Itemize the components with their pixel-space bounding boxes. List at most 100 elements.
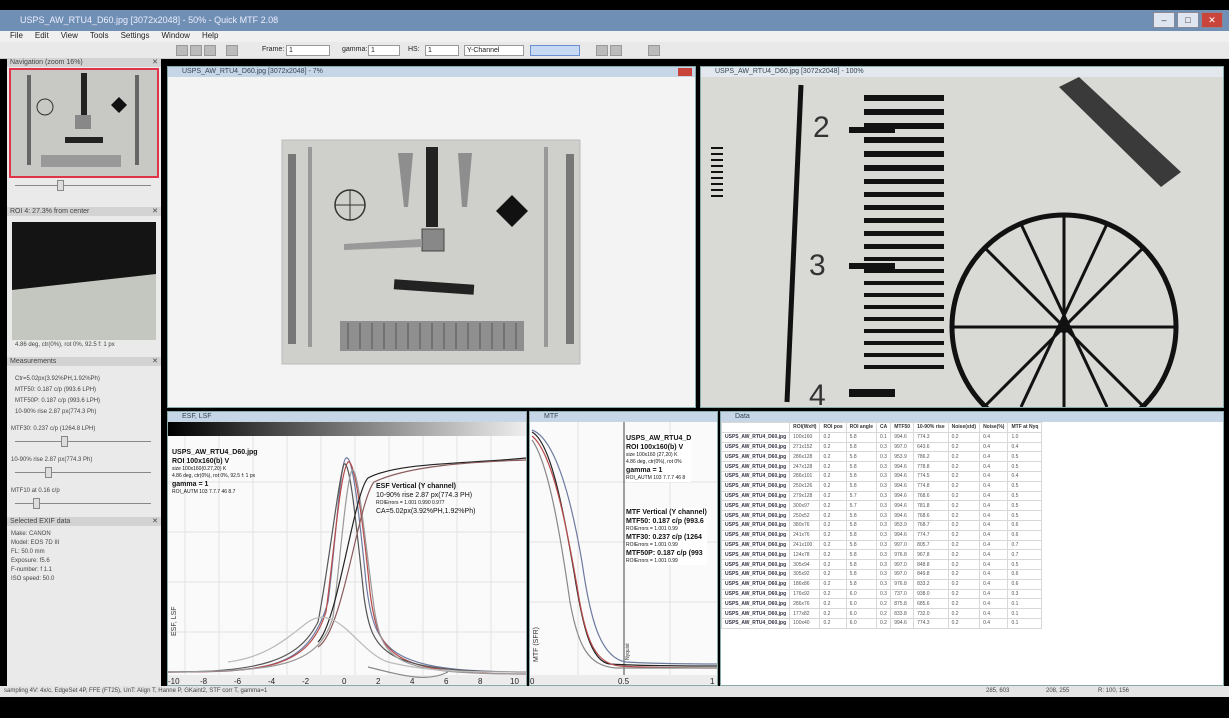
- table-cell: 0.6: [1007, 578, 1043, 590]
- esf-info-box: USPS_AW_RTU4_D60.jpg ROI 100x160(b) V si…: [172, 448, 258, 496]
- table-cell: 0.2: [947, 519, 981, 531]
- mtf30-slider[interactable]: [7, 435, 161, 447]
- table-row[interactable]: USPS_AW_RTU4_D60.jpg 286x101 0.2 5.8 0.3 994.…: [721, 470, 1043, 482]
- table-cell: 0.5: [1007, 490, 1043, 502]
- table-cell: 5.8: [845, 539, 878, 551]
- scale-label-4: 4: [809, 379, 826, 407]
- table-cell: 124x78: [789, 549, 821, 561]
- table-row[interactable]: USPS_AW_RTU4_D60.jpg 279x128 0.2 5.7 0.3 994.…: [721, 490, 1043, 502]
- table-cell: 0.2: [819, 451, 847, 463]
- esf-x-ticks: -10 -8 -6 -4 -2 0 2 4 6 8 10: [168, 677, 519, 685]
- menu-tools[interactable]: Tools: [90, 31, 109, 42]
- table-row[interactable]: USPS_AW_RTU4_D60.jpg 124x78 0.2 5.8 0.3 976.8…: [721, 549, 1043, 561]
- table-row[interactable]: USPS_AW_RTU4_D60.jpg 380x76 0.2 5.8 0.3 953.9…: [721, 519, 1043, 531]
- menu-edit[interactable]: Edit: [35, 31, 49, 42]
- table-row[interactable]: USPS_AW_RTU4_D60.jpg 241x76 0.2 5.8 0.3 994.6…: [721, 529, 1043, 541]
- roi-preview[interactable]: [7, 216, 161, 340]
- frame-field[interactable]: 1: [286, 45, 330, 56]
- table-row[interactable]: USPS_AW_RTU4_D60.jpg 250x52 0.2 5.8 0.3 994.6…: [721, 510, 1043, 521]
- mtf30-slider-thumb[interactable]: [61, 436, 68, 447]
- table-row[interactable]: USPS_AW_RTU4_D60.jpg 100x160 0.2 5.8 0.1 994.…: [721, 431, 1043, 443]
- settings-icon[interactable]: [648, 45, 660, 56]
- table-cell: 994.6: [890, 500, 915, 512]
- mtf-annotation: MTF Vertical (Y channel) MTF50: 0.187 c/…: [626, 508, 707, 565]
- channel-select[interactable]: Y-Channel: [464, 45, 524, 56]
- navigation-thumbnail[interactable]: [7, 67, 161, 179]
- table-row[interactable]: USPS_AW_RTU4_D60.jpg 100x40 0.2 6.0 0.2 994.6…: [721, 617, 1043, 629]
- save-icon[interactable]: [190, 45, 202, 56]
- table-cell: 177x82: [789, 608, 821, 619]
- esf-window: ESF, LSF ESF, LSF -10 -8 -6 -4 -2 0 2 4 …: [167, 411, 527, 686]
- table-row[interactable]: USPS_AW_RTU4_D60.jpg 305x92 0.2 5.8 0.3 997.0…: [721, 568, 1043, 580]
- table-cell: 938.0: [913, 588, 949, 600]
- table-cell: 0.3: [875, 559, 892, 570]
- column-header[interactable]: ROI angle: [845, 422, 878, 433]
- table-row[interactable]: USPS_AW_RTU4_D60.jpg 271x152 0.2 5.8 0.3 997.…: [721, 441, 1043, 453]
- rise-slider-thumb[interactable]: [45, 467, 52, 478]
- mtf-annot-line: ROIErrors = 1.001 0.99: [626, 558, 678, 564]
- menu-window[interactable]: Window: [161, 31, 189, 42]
- table-cell-filename: USPS_AW_RTU4_D60.jpg: [721, 529, 791, 541]
- table-cell: 0.1: [1007, 598, 1043, 610]
- column-header[interactable]: MTF50: [890, 422, 915, 433]
- table-cell: 0.6: [1007, 568, 1043, 580]
- column-header[interactable]: ROI(WxH): [789, 422, 821, 433]
- table-cell-filename: USPS_AW_RTU4_D60.jpg: [721, 568, 791, 580]
- column-header[interactable]: Noise(std): [947, 422, 981, 433]
- image-window-close-button[interactable]: [678, 68, 692, 76]
- column-header[interactable]: 10-90% rise: [913, 422, 949, 433]
- table-cell: 0.4: [979, 500, 1009, 512]
- mtf10-slider-thumb[interactable]: [33, 498, 40, 509]
- table-row[interactable]: USPS_AW_RTU4_D60.jpg 305x94 0.2 5.8 0.3 997.0…: [721, 559, 1043, 570]
- table-cell: 286x76: [789, 598, 821, 610]
- gamma-field[interactable]: 1: [368, 45, 400, 56]
- open-icon[interactable]: [176, 45, 188, 56]
- exif-title: Selected EXIF data: [10, 518, 71, 525]
- close-button[interactable]: ✕: [1201, 12, 1223, 28]
- table-row[interactable]: USPS_AW_RTU4_D60.jpg 177x82 0.2 6.0 0.2 833.8…: [721, 608, 1043, 619]
- zoomed-chart-view[interactable]: 2 3 4: [701, 77, 1223, 442]
- measurement-line: MTF50: 0.187 c/p (993.6 LPH): [15, 387, 97, 393]
- graph-mode-icon[interactable]: [530, 45, 580, 56]
- table-cell: 0.2: [819, 568, 847, 580]
- table-row[interactable]: USPS_AW_RTU4_D60.jpg 286x128 0.2 5.8 0.3 953.…: [721, 451, 1043, 463]
- table-row[interactable]: USPS_AW_RTU4_D60.jpg 186x86 0.2 5.8 0.3 976.8…: [721, 578, 1043, 590]
- table-row[interactable]: USPS_AW_RTU4_D60.jpg 286x76 0.2 6.0 0.2 875.8…: [721, 598, 1043, 610]
- table-cell: 0.3: [875, 461, 892, 472]
- column-header[interactable]: [721, 422, 791, 433]
- navigation-zoom-slider[interactable]: [7, 179, 161, 191]
- navigation-zoom-thumb[interactable]: [57, 180, 64, 191]
- column-header[interactable]: CA: [875, 422, 892, 433]
- menu-settings[interactable]: Settings: [121, 31, 150, 42]
- table-row[interactable]: USPS_AW_RTU4_D60.jpg 247x128 0.2 5.8 0.3 994.…: [721, 461, 1043, 472]
- mtf-window-title: MTF: [544, 413, 559, 420]
- zoom-in-icon[interactable]: [596, 45, 608, 56]
- table-cell: 250x126: [789, 480, 821, 492]
- roi-icon[interactable]: [226, 45, 238, 56]
- table-row[interactable]: USPS_AW_RTU4_D60.jpg 241x100 0.2 5.8 0.3 997.…: [721, 539, 1043, 551]
- menu-help[interactable]: Help: [202, 31, 218, 42]
- table-row[interactable]: USPS_AW_RTU4_D60.jpg 176x92 0.2 6.0 0.3 737.0…: [721, 588, 1043, 600]
- table-cell: 778.8: [913, 461, 949, 472]
- hs-field[interactable]: 1: [425, 45, 459, 56]
- copy-icon[interactable]: [204, 45, 216, 56]
- maximize-button[interactable]: □: [1177, 12, 1199, 28]
- esf-info-line: USPS_AW_RTU4_D60.jpg: [172, 449, 258, 456]
- rise-slider[interactable]: [7, 466, 161, 478]
- menu-file[interactable]: File: [10, 31, 23, 42]
- table-cell: 305x94: [789, 559, 821, 570]
- mtf10-slider[interactable]: [7, 497, 161, 509]
- zoom-out-icon[interactable]: [610, 45, 622, 56]
- column-header[interactable]: MTF at Nyq: [1007, 422, 1043, 433]
- table-cell: 0.2: [947, 578, 981, 590]
- table-row[interactable]: USPS_AW_RTU4_D60.jpg 300x97 0.2 5.7 0.3 994.6…: [721, 500, 1043, 512]
- column-header[interactable]: ROI pos: [819, 422, 847, 433]
- table-row[interactable]: USPS_AW_RTU4_D60.jpg 250x126 0.2 5.8 0.3 994.…: [721, 480, 1043, 492]
- table-cell-filename: USPS_AW_RTU4_D60.jpg: [721, 470, 791, 482]
- table-cell: 768.6: [913, 510, 949, 521]
- column-header[interactable]: Noise(%): [979, 422, 1009, 433]
- table-cell: 0.3: [875, 578, 892, 590]
- minimize-button[interactable]: –: [1153, 12, 1175, 28]
- menu-view[interactable]: View: [61, 31, 78, 42]
- test-chart-image[interactable]: [168, 77, 695, 407]
